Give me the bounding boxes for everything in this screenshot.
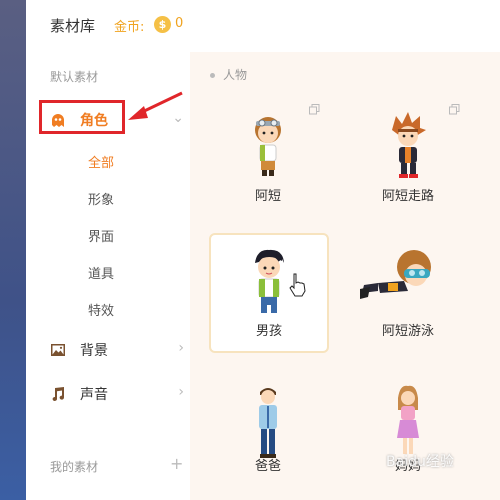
sub-item-all[interactable]: 全部 — [88, 152, 114, 171]
bullet-icon — [210, 73, 215, 78]
character-mom-image — [397, 385, 419, 454]
image-icon — [51, 344, 65, 356]
character-card-dad[interactable]: 爸爸 — [210, 370, 326, 486]
coin-label: 金币: — [114, 20, 145, 35]
card-label: 男孩 — [255, 324, 282, 339]
add-icon[interactable]: + — [170, 454, 183, 473]
default-materials-title: 默认素材 — [50, 70, 99, 84]
category-label: 人物 — [210, 66, 247, 83]
category-name: 人物 — [223, 68, 248, 82]
sidebar-item-label: 背景 — [80, 343, 108, 359]
desktop-background — [0, 0, 26, 500]
card-label: 阿短走路 — [381, 189, 434, 204]
sub-item-interface[interactable]: 界面 — [88, 226, 114, 245]
character-card-aduan-walking[interactable]: 阿短走路 — [350, 100, 466, 216]
header: 素材库 金币: $ 0 — [26, 0, 500, 53]
watermark: Baidu经验 — [386, 454, 454, 470]
chevron-right-icon[interactable]: › — [178, 384, 184, 400]
character-card-aduan-swimming[interactable]: 阿短游泳 — [350, 235, 466, 351]
material-library-window: 素材库 金币: $ 0 默认素材 角色 ⌄ 全部 形象 界面 道具 特效 背景 — [26, 0, 500, 500]
character-dad-image — [259, 388, 277, 458]
highlight-box — [39, 100, 125, 134]
card-label: 阿短 — [254, 189, 281, 204]
character-aduan-swimming-image — [360, 250, 431, 299]
sub-item-appearance[interactable]: 形象 — [88, 189, 114, 208]
copy-icon[interactable] — [449, 104, 460, 115]
music-note-icon — [52, 387, 65, 401]
coin-icon: $ — [154, 16, 171, 33]
card-label: 爸爸 — [254, 459, 281, 474]
character-aduan-image — [255, 117, 281, 176]
material-grid: 人物 阿短 阿短走路 男孩 阿短游泳 爸爸 妈妈 — [190, 52, 500, 500]
character-boy-image — [255, 249, 284, 313]
my-materials-title: 我的素材 — [50, 460, 99, 474]
sub-item-effects[interactable]: 特效 — [88, 300, 114, 319]
card-label: 阿短游泳 — [381, 324, 434, 339]
coin-count: 0 — [175, 16, 184, 31]
page-title: 素材库 — [50, 17, 96, 35]
sidebar-item-sound[interactable]: 声音 › — [50, 382, 184, 408]
copy-icon[interactable] — [309, 104, 320, 115]
chevron-right-icon[interactable]: › — [178, 340, 184, 356]
character-card-aduan[interactable]: 阿短 — [210, 100, 326, 216]
hand-cursor-icon — [289, 273, 306, 297]
sub-item-props[interactable]: 道具 — [88, 263, 114, 282]
character-card-boy[interactable]: 男孩 — [209, 233, 329, 353]
character-aduan-walking-image — [392, 112, 426, 178]
sidebar-item-background[interactable]: 背景 › — [50, 338, 184, 364]
arrow-annotation-icon — [128, 91, 183, 120]
sidebar-item-label: 声音 — [80, 387, 108, 403]
